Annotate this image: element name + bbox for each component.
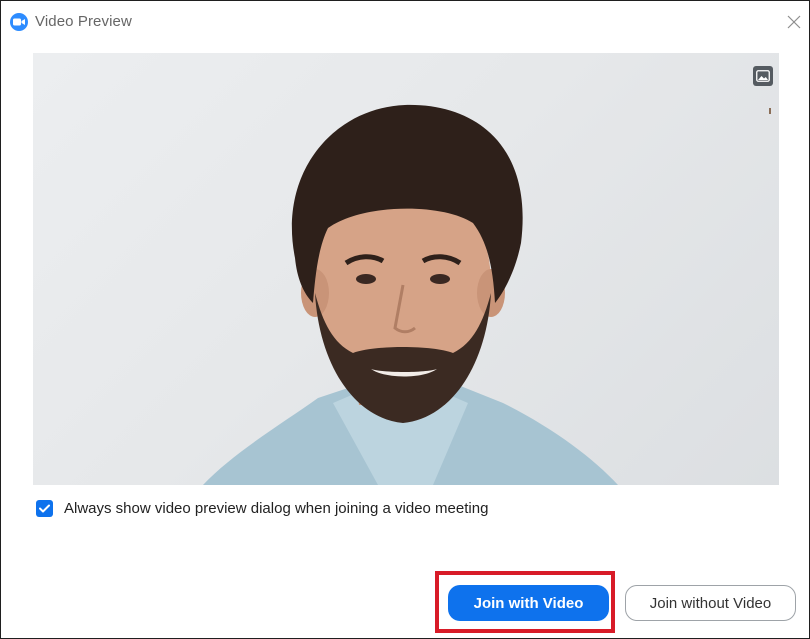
- close-icon: [787, 15, 801, 29]
- checkmark-icon: [39, 504, 50, 513]
- title-bar: Video Preview: [1, 1, 809, 41]
- join-without-video-button[interactable]: Join without Video: [625, 585, 796, 621]
- person-silhouette: [203, 104, 618, 485]
- self-view-indicator: [769, 108, 771, 114]
- virtual-background-button[interactable]: [753, 66, 773, 86]
- virtual-background-icon: [756, 70, 770, 82]
- video-preview-window: Video Preview Always show video preview …: [0, 0, 810, 639]
- zoom-camera-icon: [10, 13, 28, 31]
- close-button[interactable]: [785, 13, 803, 31]
- always-show-preview-label: Always show video preview dialog when jo…: [64, 500, 489, 517]
- join-with-video-button[interactable]: Join with Video: [448, 585, 609, 621]
- window-title: Video Preview: [35, 13, 132, 30]
- always-show-preview-checkbox[interactable]: [36, 500, 53, 517]
- video-preview: [33, 53, 779, 485]
